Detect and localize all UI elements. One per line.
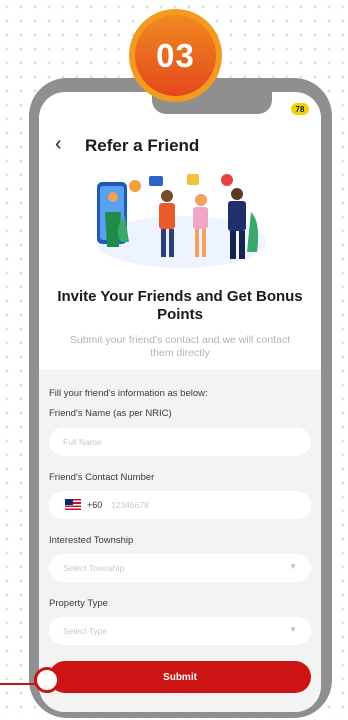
property-type-select[interactable]: Select Type ▼ bbox=[49, 617, 311, 645]
contact-number-placeholder: 12345678 bbox=[111, 500, 149, 510]
invite-subtitle: Submit your friend's contact and we will… bbox=[69, 334, 291, 359]
form-intro: Fill your friend's information as below: bbox=[49, 388, 208, 399]
property-type-label: Property Type bbox=[49, 598, 108, 609]
friend-name-placeholder: Full Name bbox=[63, 437, 102, 447]
invite-headline: Invite Your Friends and Get Bonus Points bbox=[57, 288, 303, 323]
contact-number-input[interactable]: +60 12345678 bbox=[49, 491, 311, 519]
status-badge: 78 bbox=[291, 103, 309, 115]
property-type-placeholder: Select Type bbox=[63, 626, 108, 636]
country-code: +60 bbox=[87, 500, 103, 510]
callout-dot bbox=[34, 667, 60, 693]
header-bar: ‹ Refer a Friend bbox=[39, 134, 321, 156]
township-label: Interested Township bbox=[49, 535, 134, 546]
friends-illustration bbox=[96, 174, 266, 268]
township-select[interactable]: Select Township ▼ bbox=[49, 554, 311, 582]
township-placeholder: Select Township bbox=[63, 563, 125, 573]
phone-screen: ‹ Refer a Friend Invite Your Friends and… bbox=[39, 92, 321, 712]
friend-name-label: Friend's Name (as per NRIC) bbox=[49, 408, 172, 419]
malaysia-flag-icon bbox=[65, 499, 81, 510]
page-title: Refer a Friend bbox=[85, 136, 200, 155]
step-number: 03 bbox=[135, 15, 216, 96]
step-number-badge: 03 bbox=[129, 9, 222, 102]
chevron-down-icon: ▼ bbox=[289, 625, 297, 634]
contact-number-label: Friend's Contact Number bbox=[49, 472, 155, 483]
submit-button[interactable]: Submit bbox=[49, 661, 311, 693]
friend-name-input[interactable]: Full Name bbox=[49, 428, 311, 456]
chevron-down-icon: ▼ bbox=[289, 562, 297, 571]
chevron-left-icon[interactable]: ‹ bbox=[55, 134, 62, 154]
